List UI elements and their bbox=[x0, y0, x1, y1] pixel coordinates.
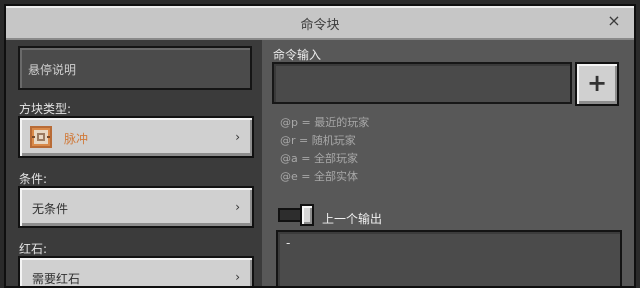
previous-output-toggle[interactable] bbox=[278, 204, 316, 226]
hint-line: @e = 全部实体 bbox=[280, 170, 358, 183]
close-icon[interactable]: × bbox=[606, 13, 622, 29]
impulse-command-block-icon bbox=[30, 126, 52, 148]
condition-value: 无条件 bbox=[32, 202, 69, 216]
redstone-button[interactable]: 需要红石 › bbox=[18, 256, 254, 286]
hover-note-field[interactable]: 悬停说明 bbox=[18, 46, 252, 90]
redstone-value: 需要红石 bbox=[32, 272, 81, 286]
window-title: 命令块 bbox=[300, 18, 340, 33]
title-bar: 命令块 × bbox=[6, 6, 634, 42]
previous-output-text: - bbox=[286, 236, 291, 250]
selector-hints: @p = 最近的玩家 @r = 随机玩家 @a = 全部玩家 @e = 全部实体 bbox=[280, 114, 369, 186]
plus-icon: + bbox=[586, 69, 608, 97]
chevron-right-icon: › bbox=[235, 200, 240, 214]
command-block-window: 命令块 × 悬停说明 方块类型: 脉冲 › 条件: 无条件 › 红石: 需要红石… bbox=[4, 4, 636, 288]
chevron-right-icon: › bbox=[235, 130, 240, 144]
condition-label: 条件: bbox=[19, 172, 48, 186]
condition-button[interactable]: 无条件 › bbox=[18, 186, 254, 228]
hint-line: @a = 全部玩家 bbox=[280, 152, 358, 165]
left-panel: 悬停说明 方块类型: 脉冲 › 条件: 无条件 › 红石: 需要红石 › bbox=[6, 40, 262, 286]
block-type-label: 方块类型: bbox=[19, 102, 72, 116]
previous-output-label: 上一个输出 bbox=[322, 212, 383, 226]
hint-line: @r = 随机玩家 bbox=[280, 134, 356, 147]
toggle-knob bbox=[300, 204, 314, 226]
right-panel: 命令输入 + @p = 最近的玩家 @r = 随机玩家 @a = 全部玩家 @e… bbox=[262, 40, 634, 286]
block-type-button[interactable]: 脉冲 › bbox=[18, 116, 254, 158]
previous-output-area: - bbox=[276, 230, 622, 286]
window-content: 悬停说明 方块类型: 脉冲 › 条件: 无条件 › 红石: 需要红石 › 命令输… bbox=[6, 40, 634, 286]
hover-note-text: 悬停说明 bbox=[28, 63, 77, 77]
redstone-label: 红石: bbox=[19, 242, 48, 256]
add-command-button[interactable]: + bbox=[575, 62, 619, 106]
chevron-right-icon: › bbox=[235, 270, 240, 284]
hint-line: @p = 最近的玩家 bbox=[280, 116, 370, 129]
command-input-label: 命令输入 bbox=[273, 48, 322, 62]
command-input[interactable] bbox=[272, 62, 572, 104]
block-type-value: 脉冲 bbox=[64, 132, 89, 146]
